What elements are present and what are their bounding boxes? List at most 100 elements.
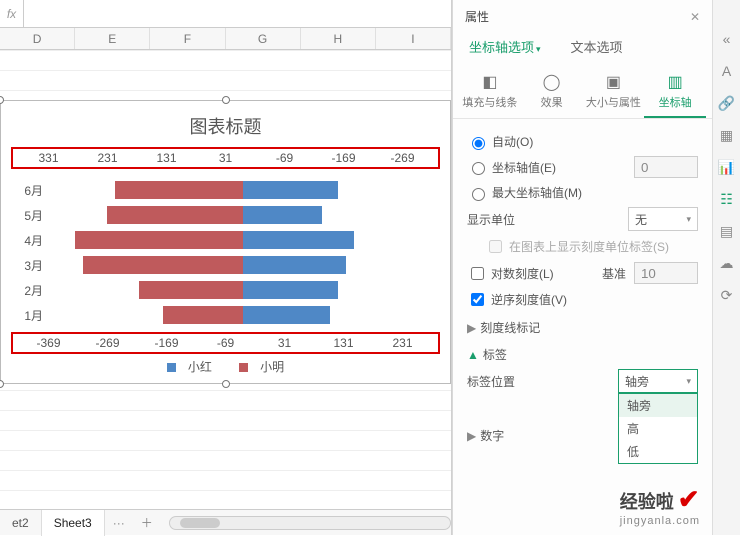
bar-series-0[interactable] (139, 281, 243, 299)
bar-series-0[interactable] (107, 206, 243, 224)
col-header[interactable]: G (226, 28, 301, 49)
col-header[interactable]: E (75, 28, 150, 49)
chart-title[interactable]: 图表标题 (9, 113, 442, 139)
bar-series-1[interactable] (243, 256, 347, 274)
radio-auto-input[interactable] (472, 137, 485, 150)
col-header[interactable]: F (150, 28, 225, 49)
dropdown-option[interactable]: 轴旁 (619, 394, 697, 417)
rail-style-icon[interactable]: A (718, 62, 736, 80)
category-label: 2月 (13, 282, 47, 299)
axis-tick: -169 (314, 151, 373, 165)
log-base-input[interactable] (634, 262, 698, 284)
axis-tick: 31 (255, 336, 314, 350)
bar-track (47, 281, 438, 299)
resize-handle[interactable] (222, 96, 230, 104)
chart-plot-area[interactable]: 6月5月4月3月2月1月 (9, 173, 442, 332)
more-sheets-button[interactable]: ··· (105, 516, 133, 530)
bar-row: 3月 (13, 253, 438, 277)
top-axis-highlight: 331 231 131 31 -69 -169 -269 (11, 147, 440, 169)
bar-series-0[interactable] (83, 256, 243, 274)
icon-tab-label: 效果 (541, 97, 563, 109)
bar-series-0[interactable] (163, 306, 243, 324)
resize-handle[interactable] (222, 380, 230, 388)
bar-series-0[interactable] (115, 181, 243, 199)
axis-tick: 31 (196, 151, 255, 165)
radio-max-input[interactable] (472, 188, 485, 201)
radio-max-axis-value[interactable]: 最大坐标轴值(M) (467, 184, 698, 201)
rail-link-icon[interactable]: 🔗 (718, 94, 736, 112)
col-header[interactable]: D (0, 28, 75, 49)
axis-tick: 231 (373, 336, 432, 350)
tab-text-options[interactable]: 文本选项 (571, 37, 623, 56)
dropdown-option[interactable]: 高 (619, 417, 697, 440)
legend-swatch (239, 363, 248, 372)
radio-label: 自动(O) (492, 133, 533, 150)
close-icon[interactable]: ✕ (690, 10, 700, 24)
section-label: 刻度线标记 (480, 321, 540, 335)
axis-tick: 131 (314, 336, 373, 350)
formula-input[interactable] (24, 0, 451, 27)
triangle-right-icon: ▶ (467, 429, 476, 443)
add-sheet-button[interactable]: ＋ (133, 514, 161, 531)
select-value: 轴旁 (625, 373, 649, 390)
rail-collapse-icon[interactable]: « (718, 30, 736, 48)
column-headers: D E F G H I (0, 28, 451, 50)
dropdown-list: 轴旁 高 低 (618, 393, 698, 464)
bar-series-1[interactable] (243, 181, 339, 199)
label-position-select[interactable]: 轴旁 ▾ 轴旁 高 低 (618, 369, 698, 393)
bar-series-1[interactable] (243, 281, 339, 299)
section-tick-marks[interactable]: ▶刻度线标记 (467, 319, 698, 336)
rail-image-icon[interactable]: ▤ (718, 222, 736, 240)
col-header[interactable]: I (376, 28, 451, 49)
display-unit-select[interactable]: 无 ▾ (628, 207, 698, 231)
sheet-tab[interactable]: Sheet3 (42, 510, 105, 536)
chart-object[interactable]: 图表标题 331 231 131 31 -69 -169 -269 6月5月 4月… (0, 100, 451, 384)
bar-row: 6月 (13, 178, 438, 202)
radio-auto[interactable]: 自动(O) (467, 133, 698, 150)
chart-legend[interactable]: 小红 小明 (9, 358, 442, 375)
bar-series-0[interactable] (75, 231, 243, 249)
label-position-label: 标签位置 (467, 373, 610, 390)
axis-tick: 131 (137, 151, 196, 165)
bottom-axis-highlight: -369 -269 -169 -69 31 131 231 (11, 332, 440, 354)
bar-series-1[interactable] (243, 206, 323, 224)
rail-grid-icon[interactable]: ▦ (718, 126, 736, 144)
radio-axis-value-input[interactable] (472, 162, 485, 175)
rail-settings-icon[interactable]: ☷ (718, 190, 736, 208)
icon-tab-fill[interactable]: ◧ 填充与线条 (459, 68, 521, 118)
reverse-checkbox[interactable]: 逆序刻度值(V) (467, 290, 698, 309)
radio-axis-value[interactable]: 坐标轴值(E) (467, 159, 626, 176)
axis-value-input[interactable] (634, 156, 698, 178)
reverse-input[interactable] (471, 293, 484, 306)
category-label: 4月 (13, 232, 47, 249)
rail-chart-icon[interactable]: 📊 (718, 158, 736, 176)
dropdown-option[interactable]: 低 (619, 440, 697, 463)
panel-icon-tabs: ◧ 填充与线条 ◯ 效果 ▣ 大小与属性 ▥ 坐标轴 (453, 64, 712, 119)
properties-panel: 属性 ✕ 坐标轴选项▾ 文本选项 ◧ 填充与线条 ◯ 效果 ▣ 大小与属性 ▥ (452, 0, 712, 535)
icon-tab-size[interactable]: ▣ 大小与属性 (583, 68, 645, 118)
rail-refresh-icon[interactable]: ⟳ (718, 286, 736, 304)
effects-icon: ◯ (521, 72, 583, 92)
scrollbar-thumb[interactable] (180, 518, 220, 528)
rail-cloud-icon[interactable]: ☁ (718, 254, 736, 272)
icon-tab-effects[interactable]: ◯ 效果 (521, 68, 583, 118)
icon-tab-label: 坐标轴 (659, 97, 692, 109)
section-labels[interactable]: ▲标签 (467, 346, 698, 363)
sheet-tab[interactable]: et2 (0, 510, 42, 536)
icon-tab-axis[interactable]: ▥ 坐标轴 (644, 68, 706, 118)
resize-handle[interactable] (0, 96, 4, 104)
bar-track (47, 181, 438, 199)
sheet-tab-bar: et2 Sheet3 ··· ＋ (0, 509, 451, 535)
legend-swatch (167, 363, 176, 372)
bar-series-1[interactable] (243, 231, 355, 249)
horizontal-scrollbar[interactable] (169, 516, 451, 530)
bar-series-1[interactable] (243, 306, 331, 324)
log-scale-checkbox[interactable]: 对数刻度(L) (467, 264, 594, 283)
log-scale-input[interactable] (471, 267, 484, 280)
panel-top-tabs: 坐标轴选项▾ 文本选项 (453, 33, 712, 64)
display-unit-label: 显示单位 (467, 211, 620, 228)
bar-row: 5月 (13, 203, 438, 227)
col-header[interactable]: H (301, 28, 376, 49)
axis-tick: 331 (19, 151, 78, 165)
tab-axis-options[interactable]: 坐标轴选项▾ (469, 37, 541, 56)
